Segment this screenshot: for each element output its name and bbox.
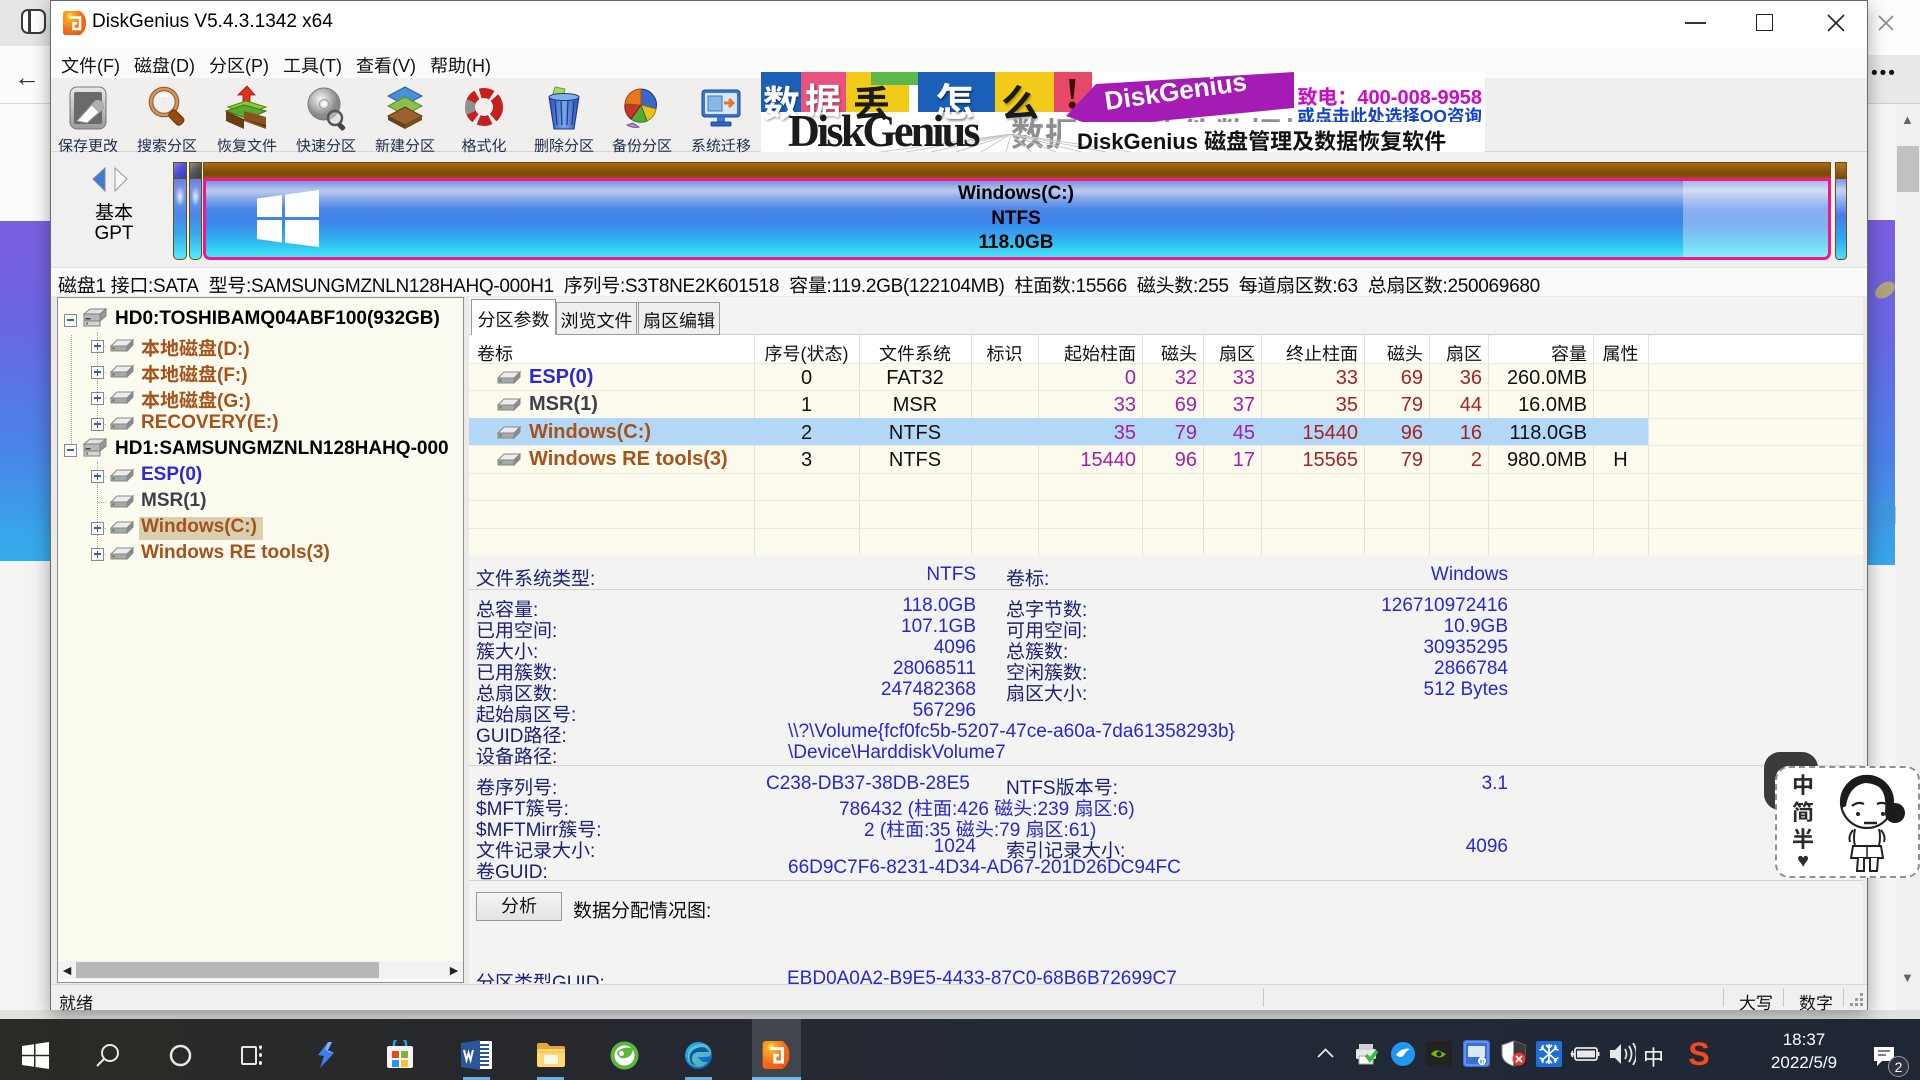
svg-text:S: S	[1688, 1038, 1709, 1070]
svg-text:in: in	[1480, 1060, 1485, 1066]
